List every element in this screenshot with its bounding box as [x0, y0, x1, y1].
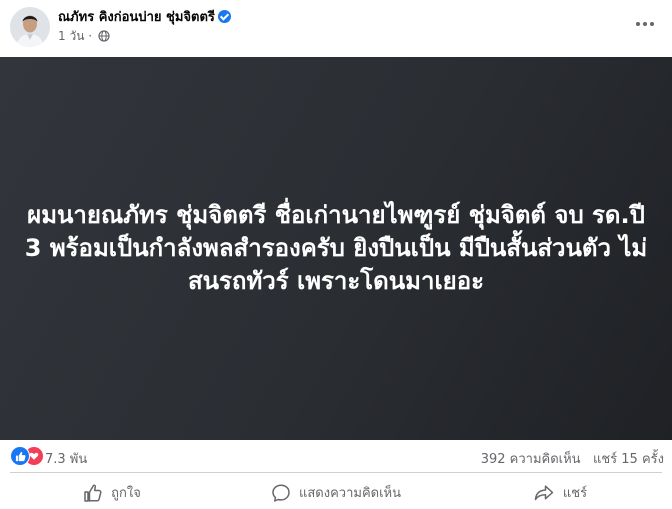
post-time[interactable]: 1 วัน [58, 29, 84, 43]
reactions-row: 7.3 พัน 392 ความคิดเห็น แชร์ 15 ครั้ง [0, 441, 672, 471]
action-bar: ถูกใจ แสดงความคิดเห็น แชร์ [0, 476, 672, 509]
more-dot-icon [636, 22, 640, 26]
post-content-card[interactable]: ผมนายณภัทร ชุ่มจิตตรี ชื่อเก่านายไพฑูรย์… [0, 57, 672, 440]
like-reaction-icon [10, 446, 30, 466]
action-divider [10, 472, 662, 473]
facebook-post: ณภัทร คิงก่อนบ่าย ชุ่มจิตตรี 1 วัน · ผมน… [0, 0, 672, 509]
share-count[interactable]: แชร์ 15 ครั้ง [593, 452, 664, 467]
like-button-label: ถูกใจ [111, 486, 141, 501]
more-dot-icon [650, 22, 654, 26]
share-arrow-icon [534, 484, 554, 500]
comment-button-label: แสดงความคิดเห็น [298, 486, 401, 501]
like-button[interactable]: ถูกใจ [0, 476, 224, 509]
post-header: ณภัทร คิงก่อนบ่าย ชุ่มจิตตรี 1 วัน · [0, 0, 672, 56]
comment-count[interactable]: 392 ความคิดเห็น [481, 452, 581, 467]
more-options-button[interactable] [630, 12, 660, 36]
meta-separator: · [88, 29, 93, 43]
author-name-row: ณภัทร คิงก่อนบ่าย ชุ่มจิตตรี [58, 6, 231, 27]
author-avatar[interactable] [10, 7, 50, 47]
share-button[interactable]: แชร์ [448, 476, 672, 509]
share-button-label: แชร์ [562, 486, 588, 501]
comment-button[interactable]: แสดงความคิดเห็น [224, 476, 448, 509]
reaction-count[interactable]: 7.3 พัน [45, 448, 87, 469]
engagement-stats: 392 ความคิดเห็น แชร์ 15 ครั้ง [481, 448, 664, 469]
globe-icon[interactable] [98, 30, 110, 42]
author-name[interactable]: ณภัทร คิงก่อนบ่าย ชุ่มจิตตรี [58, 10, 215, 25]
avatar-photo-icon [10, 7, 50, 47]
thumbs-up-icon [84, 484, 102, 502]
comment-bubble-icon [272, 483, 290, 502]
post-meta: 1 วัน · [58, 27, 110, 46]
verified-badge-icon [217, 10, 231, 23]
more-dot-icon [643, 22, 647, 26]
post-content-text: ผมนายณภัทร ชุ่มจิตตรี ชื่อเก่านายไพฑูรย์… [24, 201, 648, 295]
